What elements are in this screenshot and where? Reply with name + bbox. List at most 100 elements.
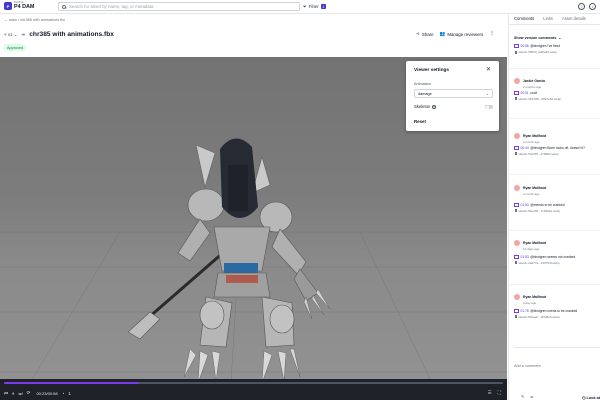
animation-select[interactable]: damage ⌄ [414,89,493,98]
skip-back-icon[interactable]: ⏮ [4,391,8,396]
comment-item[interactable]: 00:56 @bindgren i've fixed sketch-5f6f20… [514,42,600,54]
playback-controls: ⏮ ⏸ ⏭ ⟳ 00:23/00:58 ◔ 1 [4,390,71,396]
tabs-divider [509,24,600,25]
comment-text: @bindgren Bone looks off, doesn't it? [530,145,585,150]
app-logo[interactable]: P Perforce P4 DAM [4,1,34,10]
comment-timestamp[interactable]: 01:76 [521,309,529,313]
comment-author: Ryan Mallhoot [523,295,547,299]
breadcrumb[interactable]: ← main / chr385 with animations.fbx [4,18,65,22]
version-select[interactable]: ⑂ v1 ⌄ [4,32,17,38]
attachment-name: sketch-ff4e205...7c3052a.webp [518,208,561,213]
pen-icon[interactable]: ✎ [521,394,525,399]
comment-attachment[interactable]: sketch-c8370f8...8097e6d.webp [515,97,600,101]
comment-time: a day ago [523,300,537,305]
playback-right-controls: ☰ ⛶ [488,390,501,396]
comment-divider [509,68,600,69]
comment-divider [509,230,600,231]
comment-attachment[interactable]: sketch-ff4e205...7c3052a.webp [515,209,600,213]
fullscreen-icon[interactable]: ⛶ [498,390,501,396]
comment-header: Ryan Mallhoot [514,240,600,246]
reset-button[interactable]: Reset [414,119,426,124]
comment-time: 2 months ago [523,84,542,89]
avatar [514,133,520,139]
title-row: ⑂ v1 ⌄ ⇹ chr385 with animations.fbx [4,31,114,38]
file-icon [515,209,517,212]
comment-item[interactable]: Ryan Mallhoot a month ago 00:44 @bindgre… [514,133,600,156]
top-bar: P Perforce P4 DAM ⏷ Filter 1 ? ♪ [0,0,600,14]
pause-icon[interactable]: ⏸ [12,391,14,396]
logo-text: Perforce P4 DAM [14,1,34,10]
chevron-down-icon: ⌄ [485,91,489,96]
sketch-icon [514,90,519,95]
comment-timestamp[interactable]: 00:01 [521,91,529,95]
search-box[interactable] [58,2,300,11]
comment-timestamp[interactable]: 01:53 [521,203,529,207]
comment-text: @bindgren needs to be cranked [530,308,578,313]
sketch-icon [514,145,519,150]
page-title: chr385 with animations.fbx [29,31,114,38]
playback-speed[interactable]: 1 [68,391,71,396]
viewer-settings-panel: Viewer settings ✕ Animation damage ⌄ Ske… [406,61,499,131]
skeleton-toggle[interactable] [485,105,493,109]
speed-icon[interactable]: ◔ [62,391,65,396]
look-at-button[interactable]: ◷ Look at [582,395,600,400]
chevron-down-icon: ⌄ [557,36,562,40]
info-icon[interactable]: ? [432,104,437,109]
attachment-name: sketch-5c6768...d70882.webp [518,151,559,156]
comment-item[interactable]: Ryan Mallhoot a day ago 01:76 @bindgren … [514,294,600,319]
progress-track[interactable] [4,382,503,384]
share-label: Share [421,31,434,37]
sliders-icon[interactable]: ☰ [488,390,492,396]
share-button[interactable]: ⋖ Share [416,31,434,37]
comment-attachment[interactable]: sketch-5f6f20_2aff/a29.webp [515,50,600,54]
playback-time: 00:23/00:58 [36,390,58,396]
show-version-comments[interactable]: Show version comments ⌄ [514,36,561,40]
help-icon[interactable]: ? [578,3,585,10]
comment-attachment[interactable]: sketch-8baaeb...f4338e6.webp [515,315,600,319]
comment-timestamp[interactable]: 00:56 [521,44,529,48]
comment-timestamp[interactable]: 00:44 [521,146,529,150]
comment-text: @bindgren i've fixed [530,44,561,48]
filter-button[interactable]: ⏷ Filter 1 [303,2,326,11]
search-input[interactable] [69,4,289,9]
comment-input[interactable]: Add a comment [514,364,598,368]
comment-time: 14 days ago [523,246,540,251]
status-badge[interactable]: Approved [4,44,27,51]
bell-icon[interactable]: ♪ [589,3,596,10]
loop-icon[interactable]: ⟳ [27,390,31,396]
file-icon [515,97,517,100]
close-icon[interactable]: ✕ [486,66,491,73]
comment-body: 01:53 @meedo to be cranked [514,202,600,207]
users-icon: 👥 [439,31,446,36]
comment-item[interactable]: Ryan Mallhoot a month ago 01:53 @meedo t… [514,185,600,213]
comment-header: Jackie Garcia [514,78,600,84]
compare-icon[interactable]: ⇹ [21,32,25,38]
comment-item[interactable]: Ryan Mallhoot 14 days ago 01:53 @bindgre… [514,240,600,265]
comment-body: 00:01 cool! [514,90,600,95]
animation-label: Animation [414,82,431,86]
comment-author: Jackie Garcia [523,79,545,83]
comment-attachment[interactable]: sketch-5c6768...d70882.webp [515,152,600,156]
logo-mark: P [4,2,12,10]
avatar [514,185,520,191]
comment-timestamp[interactable]: 01:53 [521,255,529,259]
share-icon: ⋖ [416,31,420,36]
manage-reviewers-button[interactable]: 👥 Manage reviewers [440,31,484,37]
3d-viewer[interactable]: Viewer settings ✕ Animation damage ⌄ Ske… [0,57,507,400]
show-version-label: Show version comments [514,36,557,40]
manage-reviewers-label: Manage reviewers [447,31,484,37]
comment-text: cool! [530,90,538,95]
search-icon [62,4,66,9]
paperclip-icon[interactable]: ⌀ [531,394,534,399]
asset-actions: ⋖ Share 👥 Manage reviewers ⋮ [416,31,495,37]
comment-body: 00:56 @bindgren i've fixed [514,44,600,48]
sketch-icon [514,254,519,259]
skip-forward-icon[interactable]: ⏭ [18,391,22,396]
comment-attachment[interactable]: sketch-2ad77a...24f7f64f.webp [515,261,600,265]
more-options-icon[interactable]: ⋮ [489,31,495,37]
comment-item[interactable]: Jackie Garcia 2 months ago 00:01 cool! s… [514,78,600,101]
attachment-name: sketch-c8370f8...8097e6d.webp [518,96,562,101]
file-icon [515,315,517,318]
comment-author: Ryan Mallhoot [523,186,547,190]
skeleton-row: Skeleton ? [414,104,437,109]
